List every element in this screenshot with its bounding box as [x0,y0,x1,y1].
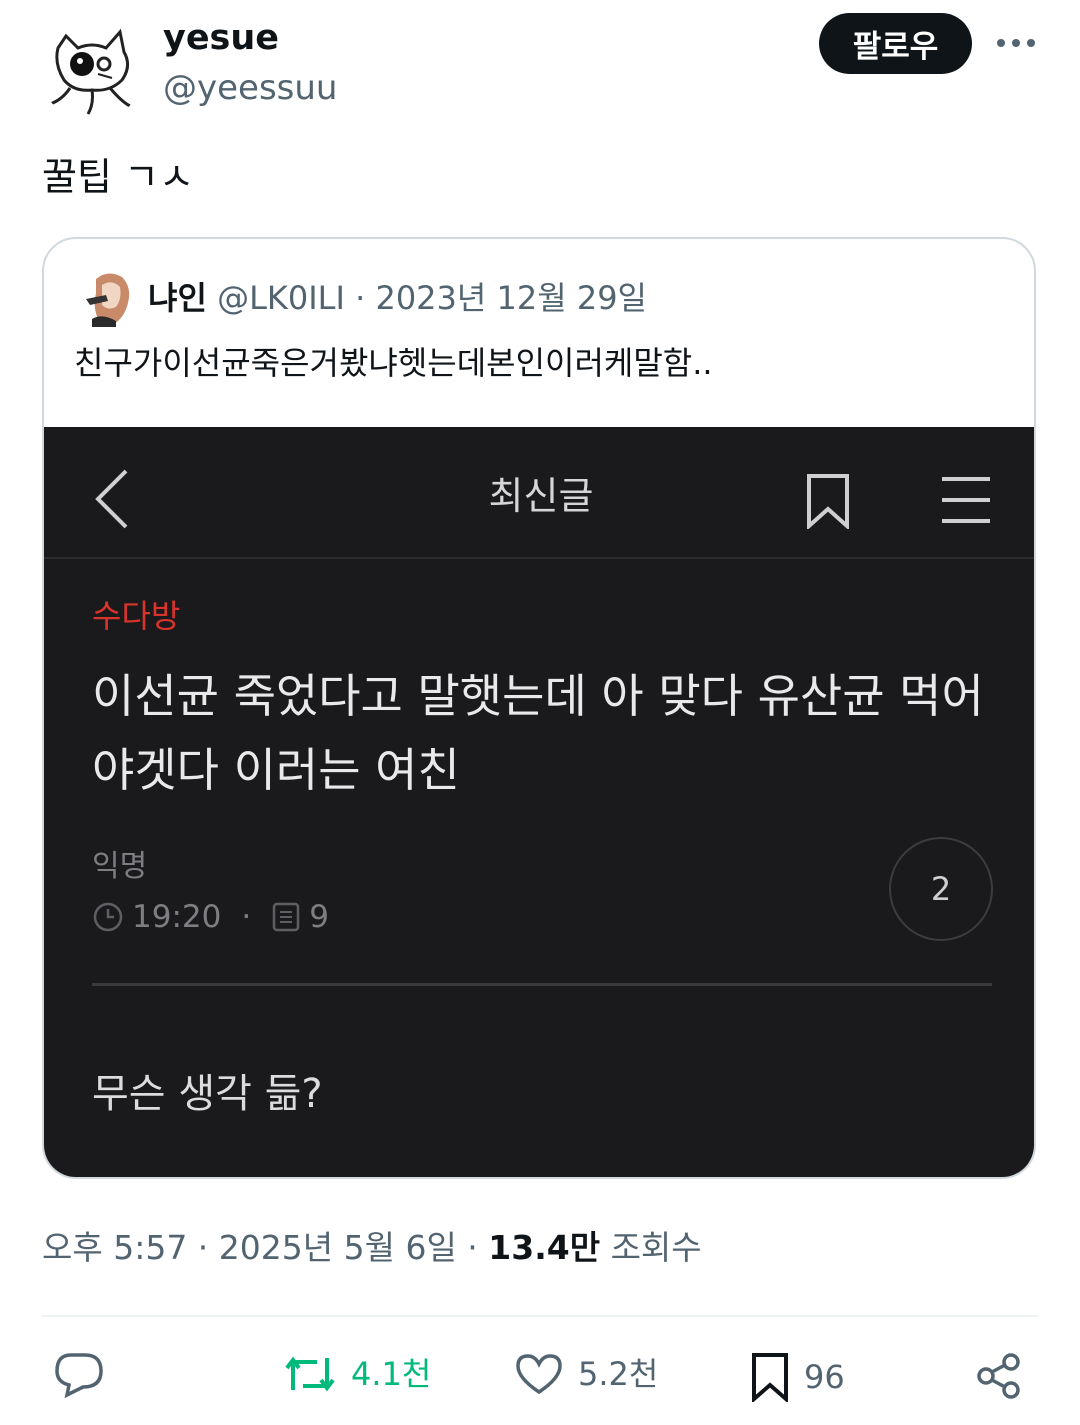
cat-avatar-icon [40,18,144,122]
separator-dot: · [355,279,366,317]
post-time: 19:20 [132,899,222,935]
screenshot-divider [92,983,992,986]
more-dots-icon [997,39,1035,47]
more-options-button[interactable] [990,26,1042,60]
post-meta: 19:20 · 9 [92,895,329,939]
time-date[interactable]: 오후 5:57 · 2025년 5월 6일 · [42,1228,488,1267]
heart-icon [516,1354,562,1395]
post-question: 무슨 생각 듦? [92,1071,323,1117]
quoted-tweet-text: 친구가이선균죽은거봤냐헷는데본인이러케말함.. [74,344,713,382]
quoted-tweet-card[interactable]: 냐인 @LK0ILI · 2023년 12월 29일 친구가이선균죽은거봤냐헷는… [42,237,1036,1179]
clock-icon [93,902,123,932]
comment-count-badge: 2 [889,837,993,941]
like-button[interactable]: 5.2천 [514,1352,658,1396]
post-category: 수다방 [92,597,181,635]
divider [42,1315,1038,1317]
reply-icon [55,1353,103,1398]
screenshot-title: 최신글 [488,474,594,518]
tweet-text: 꿀팁 ㄱㅅ [42,155,194,199]
share-icon [977,1353,1020,1399]
like-count: 5.2천 [578,1355,659,1393]
retweet-button[interactable]: 4.1천 [283,1352,431,1396]
user-handle[interactable]: @yeessuu [163,66,337,110]
follow-button[interactable]: 팔로우 [819,13,972,74]
reply-button[interactable] [53,1352,105,1398]
retweet-count: 4.1천 [351,1355,432,1393]
avatar[interactable] [40,18,144,122]
hamburger-menu-icon [942,477,990,523]
tweet-timestamp: 오후 5:57 · 2025년 5월 6일 · 13.4만 조회수 [42,1226,702,1270]
bookmark-icon [807,474,849,529]
views-label: 조회수 [600,1228,702,1267]
post-author: 익명 [92,849,148,884]
quoted-date[interactable]: 2023년 12월 29일 [375,279,647,317]
bookmark-count: 96 [804,1358,845,1396]
quoted-display-name[interactable]: 냐인 [148,279,207,317]
bookmark-button[interactable]: 96 [750,1352,845,1402]
quoted-media-image[interactable]: 최신글 수다방 이선균 죽었다고 말햇는데 아 맞다 유산균 먹어야겟다 이러는… [44,427,1034,1177]
views-count: 13.4만 [488,1228,601,1267]
screenshot-topbar: 최신글 [44,427,1034,559]
meta-separator: · [241,899,252,935]
retweet-icon [285,1356,335,1392]
quoted-handle[interactable]: @LK0ILI [217,279,345,317]
display-name[interactable]: yesue [163,16,279,60]
post-views: 9 [309,899,329,935]
post-headline: 이선균 죽었다고 말햇는데 아 맞다 유산균 먹어야겟다 이러는 여친 [92,669,984,797]
quoted-avatar[interactable] [82,269,134,327]
views-doc-icon [272,902,300,932]
share-button[interactable] [975,1352,1023,1400]
quoted-tweet-header: 냐인 @LK0ILI · 2023년 12월 29일 [148,277,647,319]
bookmark-icon [752,1353,788,1402]
